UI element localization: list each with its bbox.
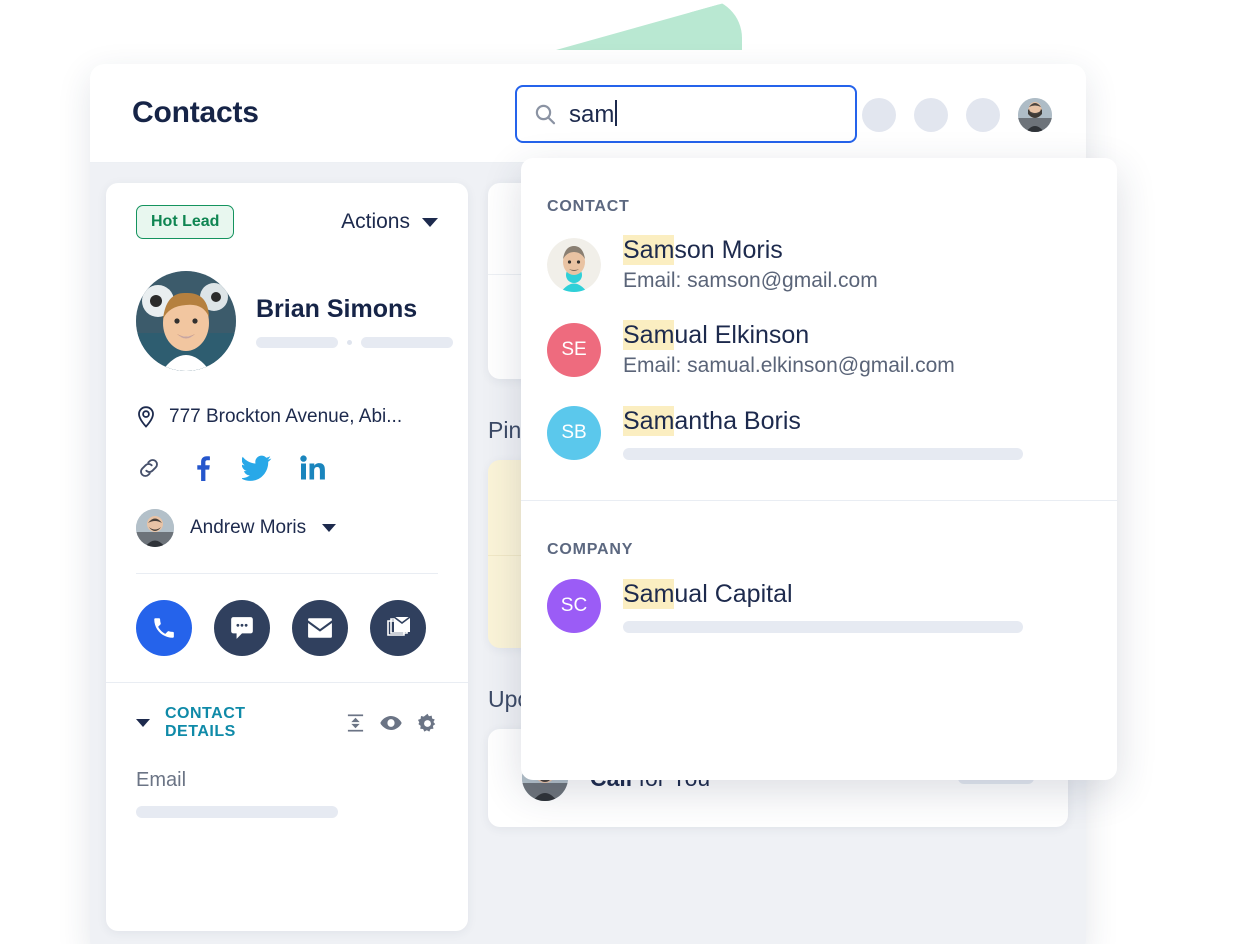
contact-meta-skeleton	[256, 336, 453, 348]
twitter-icon[interactable]	[242, 455, 272, 481]
page-title: Contacts	[132, 96, 259, 129]
email-button[interactable]	[292, 600, 348, 656]
facebook-icon[interactable]	[190, 455, 214, 481]
link-icon[interactable]	[136, 455, 162, 481]
contact-details-title: CONTACT DETAILS	[165, 705, 246, 740]
text-caret	[615, 99, 618, 126]
contact-avatar[interactable]	[136, 271, 236, 371]
search-icon	[533, 102, 557, 126]
search-result-item[interactable]: Samson Moris Email: samson@gmail.com	[521, 222, 1117, 307]
topbar-placeholder-circle-3[interactable]	[966, 98, 1000, 132]
gear-icon[interactable]	[417, 713, 438, 734]
topbar-placeholder-circle-1[interactable]	[862, 98, 896, 132]
topbar-placeholder-circle-2[interactable]	[914, 98, 948, 132]
status-badge[interactable]: Hot Lead	[136, 205, 235, 239]
contact-summary-card: Hot Lead Actions Brian Simons 777 Brockt…	[106, 183, 468, 931]
result-name-match: Sam	[623, 578, 675, 609]
eye-icon[interactable]	[380, 715, 402, 731]
collapse-caret-icon	[136, 719, 150, 727]
contact-owner-row[interactable]: Andrew Moris	[136, 509, 438, 547]
chevron-down-icon	[322, 524, 337, 532]
group-label-contact: CONTACT	[547, 198, 630, 215]
user-avatar[interactable]	[1018, 98, 1052, 132]
search-result-item[interactable]: SB Samantha Boris	[521, 392, 1117, 474]
result-text-block: Samantha Boris	[623, 405, 1023, 460]
result-name: Samson Moris	[623, 235, 783, 265]
quick-action-buttons	[106, 574, 468, 682]
result-avatar-initials: SE	[547, 322, 601, 377]
search-area: sam	[515, 85, 857, 143]
result-text-block: Samual Elkinson Email: samual.elkinson@g…	[623, 320, 955, 378]
topbar-icon-group	[862, 98, 1052, 132]
field-label-email: Email	[136, 769, 187, 791]
decorative-mint-shape	[556, 0, 742, 50]
contact-address-row[interactable]: 777 Brockton Avenue, Abi...	[136, 405, 438, 429]
chevron-down-icon	[422, 217, 438, 227]
group-label-company: COMPANY	[547, 541, 634, 558]
result-subtitle-skeleton	[623, 620, 1023, 633]
search-result-item[interactable]: SE Samual Elkinson Email: samual.elkinso…	[521, 307, 1117, 392]
result-text-block: Samual Capital	[623, 578, 1023, 633]
result-subtitle: Email: samson@gmail.com	[623, 269, 878, 292]
contact-name-block: Brian Simons	[256, 295, 453, 348]
result-avatar	[547, 237, 601, 292]
results-group-company: COMPANY SC Samual Capital	[521, 501, 1117, 647]
results-group-contact: CONTACT Samson Moris Email: samson@gmail…	[521, 158, 1117, 501]
social-links-row	[136, 455, 438, 481]
mail-stack-button[interactable]	[370, 600, 426, 656]
owner-name: Andrew Moris	[190, 517, 307, 538]
result-subtitle: Email: samual.elkinson@gmail.com	[623, 354, 955, 377]
card-header-row: Hot Lead Actions	[136, 205, 438, 239]
contact-identity: Brian Simons	[136, 271, 453, 371]
search-results-dropdown: CONTACT Samson Moris Email: samson@gmail…	[521, 158, 1117, 780]
result-avatar-initials: SB	[547, 406, 601, 460]
search-input-value: sam	[569, 99, 618, 129]
result-name: Samual Capital	[623, 578, 793, 609]
search-input[interactable]: sam	[515, 85, 857, 143]
location-pin-icon	[136, 405, 156, 429]
result-name-match: Sam	[623, 235, 675, 265]
result-name-match: Sam	[623, 320, 675, 350]
contact-address: 777 Brockton Avenue, Abi...	[169, 406, 403, 427]
skeleton-bar	[361, 336, 453, 348]
result-text-block: Samson Moris Email: samson@gmail.com	[623, 235, 878, 293]
message-button[interactable]	[214, 600, 270, 656]
screenshot-root: Contacts sam Hot Lead Actions Brian Simo…	[0, 0, 1240, 944]
result-subtitle-skeleton	[623, 447, 1023, 460]
collapse-icon[interactable]	[346, 713, 365, 733]
skeleton-bar	[256, 336, 338, 348]
call-button[interactable]	[136, 600, 192, 656]
contact-name: Brian Simons	[256, 294, 418, 323]
actions-dropdown-button[interactable]: Actions	[341, 210, 438, 234]
result-avatar-initials: SC	[547, 579, 601, 633]
result-name: Samual Elkinson	[623, 320, 810, 350]
contact-details-header[interactable]: CONTACT DETAILS	[106, 683, 468, 741]
linkedin-icon[interactable]	[300, 455, 326, 481]
actions-label: Actions	[341, 210, 410, 233]
result-name-match: Sam	[623, 405, 675, 436]
skeleton-dot	[347, 339, 352, 345]
search-result-item[interactable]: SC Samual Capital	[521, 565, 1117, 647]
field-value-skeleton	[136, 806, 338, 818]
owner-avatar	[136, 509, 174, 547]
result-name: Samantha Boris	[623, 405, 801, 436]
